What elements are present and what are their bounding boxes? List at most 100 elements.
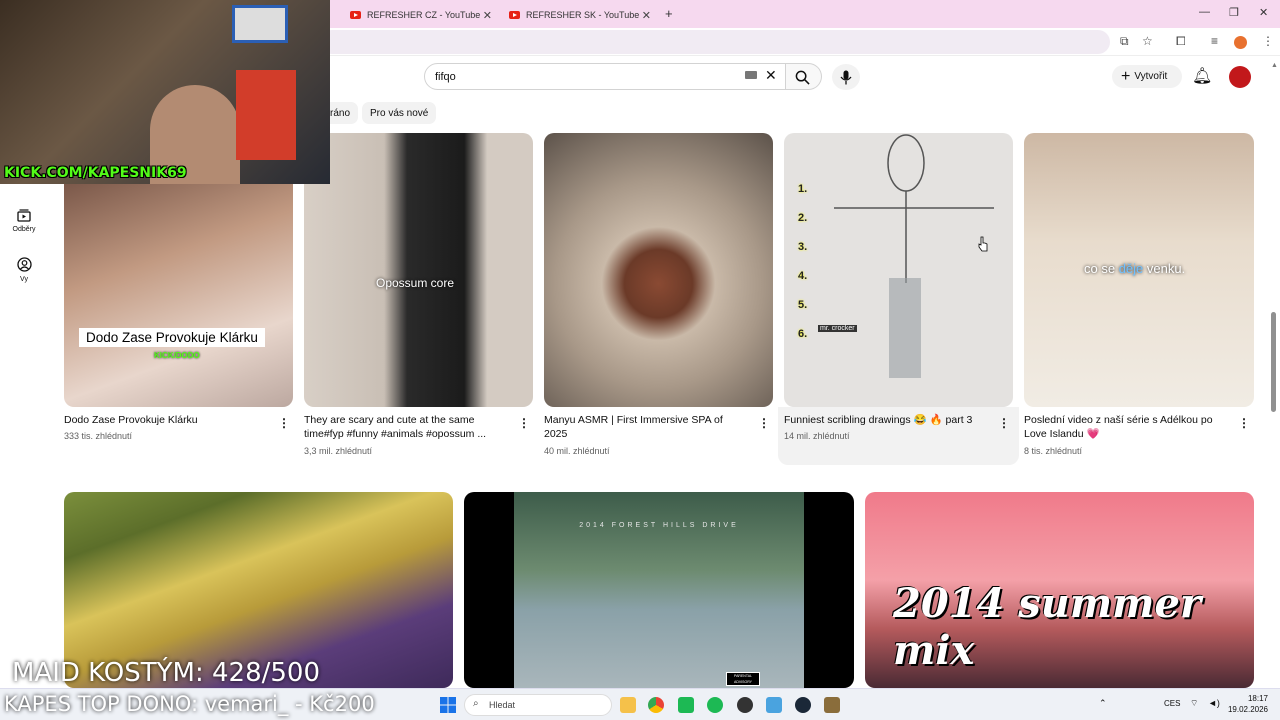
drawing-label: 4. [798, 270, 808, 282]
steam-icon[interactable] [795, 697, 811, 713]
clear-search-icon[interactable]: ✕ [765, 67, 777, 84]
short-title[interactable]: They are scary and cute at the same time… [304, 413, 509, 441]
taskbar-clock[interactable]: 18:17 19.02.2026 [1224, 693, 1268, 715]
omnibox[interactable] [320, 30, 1110, 54]
donation-goal-overlay: MAID KOSTÝM: 428/500 [12, 658, 321, 688]
taskbar-search-placeholder: Hledat [489, 700, 516, 710]
stick-figure-drawing [834, 134, 994, 378]
show-hidden-icons-icon[interactable]: ⌃ [1099, 698, 1107, 709]
install-app-icon[interactable]: ⧉ [1120, 34, 1129, 49]
chrome-icon[interactable] [648, 697, 664, 713]
overlay-part: co se [1084, 261, 1119, 276]
plus-icon: + [1121, 67, 1131, 85]
taskbar-search[interactable]: ⌕ Hledat [464, 694, 612, 716]
overlay-highlight: děje [1118, 261, 1144, 276]
youtube-icon [350, 11, 361, 19]
profile-avatar-icon[interactable] [1234, 36, 1247, 49]
clock-date: 19.02.2026 [1227, 705, 1268, 714]
search-input[interactable]: fifqo ✕ [424, 63, 786, 90]
more-options-icon[interactable]: ⋮ [518, 416, 530, 430]
drawing-number-list: 1. 2. 3. 4. 5. 6. [798, 175, 807, 349]
album-cover-text: 2014 FOREST HILLS DRIVE [579, 522, 739, 529]
poster [236, 70, 296, 160]
scroll-up-icon[interactable]: ▲ [1271, 62, 1278, 69]
bookmark-star-icon[interactable]: ☆ [1142, 34, 1153, 48]
short-thumbnail-2[interactable]: Opossum core [304, 133, 533, 407]
short-views: 40 mil. zhlédnutí [544, 446, 610, 456]
network-icon[interactable]: ⌔ [1190, 698, 1198, 709]
volume-icon[interactable]: ◄) [1208, 698, 1220, 708]
notifications-bell-icon[interactable]: 🔔︎ [1192, 66, 1212, 86]
drawing-label: 2. [798, 212, 808, 224]
search-button[interactable] [786, 63, 822, 90]
thumbnail-overlay-text: 2014 summer mix [893, 580, 1202, 674]
restore-icon[interactable]: ❐ [1229, 6, 1239, 19]
sidebar-item-label: Odběry [12, 226, 36, 233]
file-explorer-icon[interactable] [620, 697, 636, 713]
short-thumbnail-4[interactable]: 1. 2. 3. 4. 5. 6. mr. crocker [784, 133, 1013, 407]
tab-label: REFRESHER CZ - YouTube [367, 10, 481, 20]
you-icon [16, 257, 32, 272]
close-tab-icon[interactable]: ✕ [483, 9, 492, 22]
kick-app-icon[interactable] [678, 697, 694, 713]
video-thumbnail-2[interactable]: 2014 FOREST HILLS DRIVE PARENTAL ADVISOR… [464, 492, 854, 688]
app-icon[interactable] [766, 697, 782, 713]
search-query: fifqo [435, 71, 456, 83]
parental-advisory-label: PARENTAL ADVISORY [726, 672, 760, 686]
more-options-icon[interactable]: ⋮ [1238, 416, 1250, 430]
short-views: 333 tis. zhlédnutí [64, 431, 133, 441]
hand-cursor-icon [978, 236, 988, 252]
short-title[interactable]: Funniest scribling drawings 😂 🔥 part 3 [784, 413, 989, 427]
spotify-icon[interactable] [707, 697, 723, 713]
close-window-icon[interactable]: ✕ [1259, 6, 1268, 19]
short-title[interactable]: Manyu ASMR | First Immersive SPA of 2025 [544, 413, 749, 441]
tab-refresher-sk[interactable]: REFRESHER SK - YouTube ✕ [501, 4, 659, 26]
sidebar-item-you[interactable]: Vy [8, 257, 40, 283]
microphone-icon [840, 70, 852, 85]
short-views: 8 tis. zhlédnutí [1024, 446, 1083, 456]
windows-start-icon[interactable] [440, 697, 456, 713]
short-title[interactable]: Poslední video z naší série s Adélkou po… [1024, 413, 1229, 441]
minimize-icon[interactable]: — [1199, 6, 1210, 18]
overlay-part: venku. [1143, 261, 1186, 276]
thumbnail-overlay-text: Opossum core [376, 276, 455, 290]
sidebar-item-subscriptions[interactable]: Odběry [8, 208, 40, 233]
create-button[interactable]: + Vytvořit [1112, 65, 1182, 88]
thumbnail-overlay-text: Dodo Zase Provokuje Klárku [79, 328, 265, 347]
browser-menu-icon[interactable]: ⋮ [1262, 34, 1274, 48]
language-indicator[interactable]: CES [1164, 699, 1180, 708]
video-thumbnail-3[interactable]: 2014 summer mix [865, 492, 1254, 688]
obs-icon[interactable] [737, 697, 753, 713]
new-tab-button[interactable]: + [665, 6, 673, 21]
keyboard-icon[interactable] [745, 71, 757, 79]
top-donation-overlay: KAPES TOP DONO: vemari_ - Kč200 [4, 692, 375, 716]
subscriptions-icon [17, 209, 31, 222]
voice-search-button[interactable] [832, 64, 860, 90]
app-icon[interactable] [824, 697, 840, 713]
extensions-icon[interactable]: ⧠ [1176, 34, 1186, 49]
account-avatar[interactable] [1229, 66, 1251, 88]
short-title[interactable]: Dodo Zase Provokuje Klárku [64, 413, 269, 427]
tab-refresher-cz[interactable]: REFRESHER CZ - YouTube ✕ [342, 4, 500, 26]
more-options-icon[interactable]: ⋮ [998, 416, 1010, 430]
streamer-webcam-overlay [0, 0, 330, 184]
page-scrollbar[interactable] [1271, 312, 1276, 412]
drawing-label: 5. [798, 299, 808, 311]
tab-label: REFRESHER SK - YouTube [526, 10, 640, 20]
clock-time: 18:17 [1247, 694, 1268, 703]
close-tab-icon[interactable]: ✕ [642, 9, 651, 22]
drawing-label: 3. [798, 241, 808, 253]
chip-label: Pro vás nové [370, 107, 429, 119]
basketball-hoop [232, 5, 288, 43]
create-label: Vytvořit [1134, 71, 1168, 82]
short-thumbnail-3[interactable] [544, 133, 773, 407]
chip-pro-vas-nove[interactable]: Pro vás nové [362, 102, 437, 124]
chip-label: ráno [330, 107, 351, 119]
short-thumbnail-5[interactable]: co se děje venku. [1024, 133, 1254, 407]
more-options-icon[interactable]: ⋮ [278, 416, 290, 430]
drawing-label: 6. [798, 328, 808, 340]
media-control-icon[interactable]: ≡ [1211, 34, 1218, 48]
short-views: 3,3 mil. zhlédnutí [304, 446, 373, 456]
search-icon [795, 70, 810, 85]
more-options-icon[interactable]: ⋮ [758, 416, 770, 430]
